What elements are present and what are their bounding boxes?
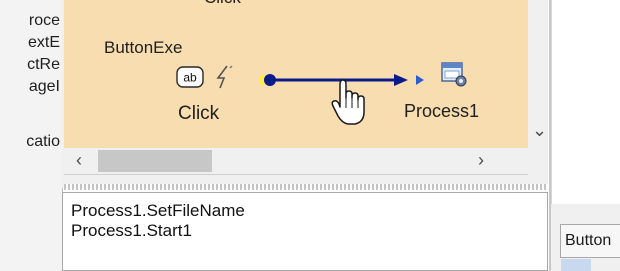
list-item[interactable]: catio	[0, 131, 62, 153]
event-canvas[interactable]: Click ButtonExe ab Click	[64, 0, 528, 148]
target-component-label: Process1	[404, 101, 480, 121]
hand-cursor-icon	[330, 78, 370, 126]
properties-object-selector[interactable]: Button	[560, 224, 620, 258]
clipped-event-label: Click	[204, 0, 241, 8]
scroll-right-arrow-icon[interactable]: ›	[478, 150, 484, 170]
list-item-label: roce	[28, 12, 60, 29]
list-item[interactable]: extE	[0, 32, 62, 54]
list-item-label: extE	[27, 34, 60, 51]
process-component-icon[interactable]	[440, 60, 468, 88]
list-item[interactable]: ageI	[0, 76, 62, 98]
panel-splitter[interactable]	[64, 184, 548, 190]
component-list: roce extE ctRe ageI catio	[0, 0, 63, 271]
horizontal-scroll-thumb[interactable]	[98, 150, 212, 172]
properties-tab[interactable]	[561, 259, 591, 271]
button-component-icon[interactable]: ab	[176, 66, 204, 88]
vertical-scrollbar[interactable]: ⌄	[528, 0, 548, 148]
list-item-label: ctRe	[27, 56, 60, 73]
right-panel	[551, 0, 620, 204]
source-event-label: Click	[178, 103, 220, 124]
scroll-down-arrow-icon[interactable]: ⌄	[532, 120, 547, 140]
code-textbox[interactable]: Process1.SetFileName Process1.Start1	[62, 192, 548, 271]
source-component-label: ButtonExe	[104, 38, 183, 57]
scroll-left-arrow-icon[interactable]: ‹	[76, 150, 82, 170]
event-lightning-icon[interactable]	[212, 64, 236, 90]
code-line: Process1.SetFileName	[71, 201, 245, 220]
list-item-label: ageI	[28, 78, 60, 95]
list-item-label: catio	[26, 133, 60, 150]
list-item[interactable]: ctRe	[0, 54, 62, 76]
code-line: Process1.Start1	[71, 221, 192, 240]
svg-text:ab: ab	[183, 71, 197, 85]
list-item[interactable]: roce	[0, 10, 62, 32]
